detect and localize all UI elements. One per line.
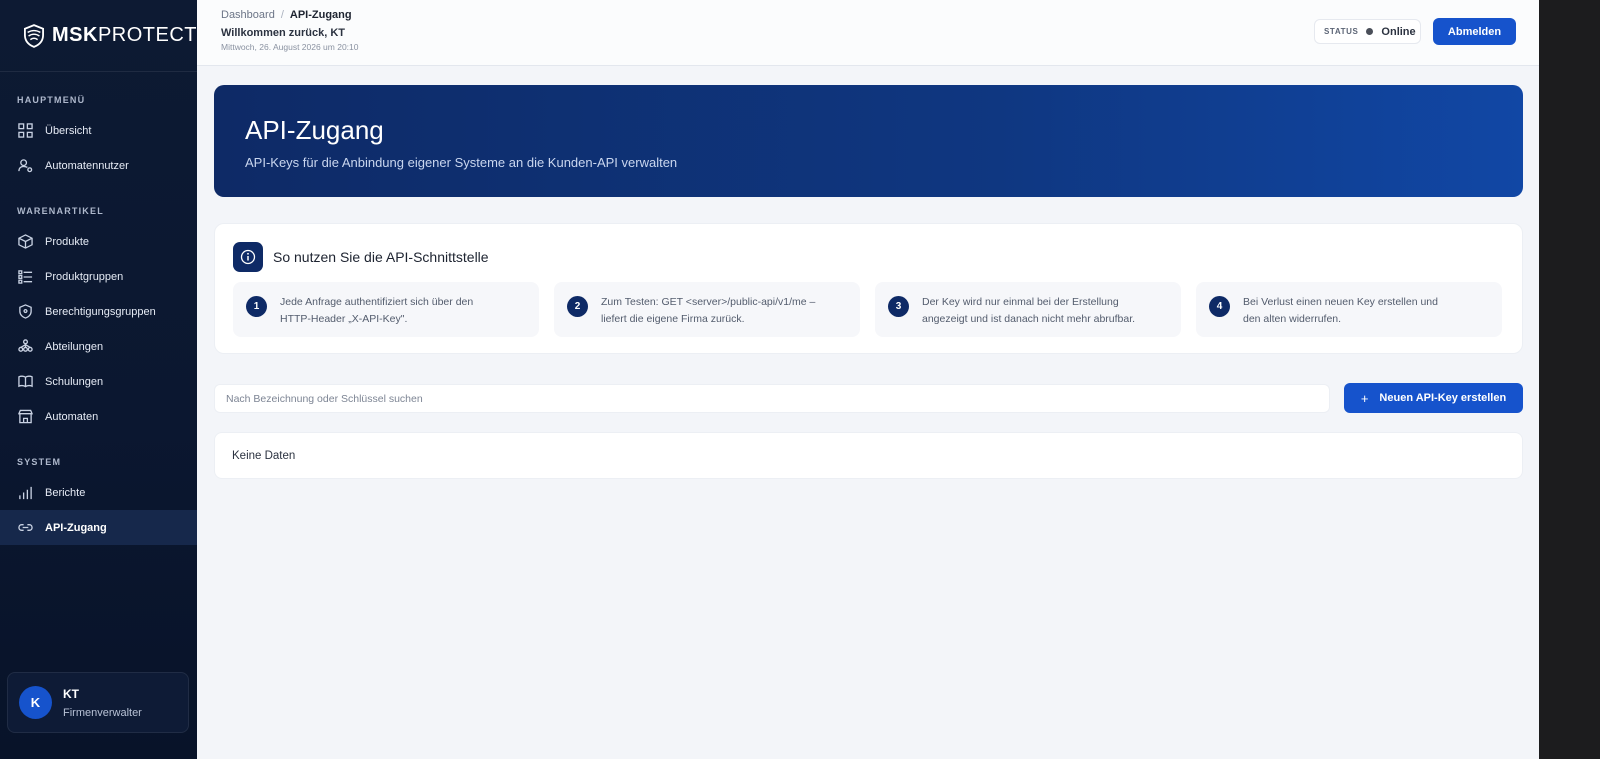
current-date: Mittwoch, 26. August 2026 um 20:10: [221, 42, 359, 52]
shield-logo-icon: [24, 23, 44, 48]
window-edge: [1539, 0, 1600, 759]
link-icon: [17, 520, 33, 536]
status-badge: STATUS Online: [1314, 19, 1421, 44]
list-group-icon: [17, 269, 33, 285]
sidebar-item-label: Automatennutzer: [45, 159, 129, 172]
page-subtitle: API-Keys für die Anbindung eigener Syste…: [245, 155, 678, 170]
hero-banner: API-Zugang API-Keys für die Anbindung ei…: [214, 85, 1523, 197]
create-api-key-button[interactable]: + Neuen API-Key erstellen: [1344, 383, 1523, 413]
breadcrumb-separator: /: [280, 9, 284, 21]
sidebar-item-abteilungen[interactable]: Abteilungen: [0, 329, 197, 364]
step-number: 4: [1209, 296, 1230, 317]
step-item: 1 Jede Anfrage authentifiziert sich über…: [233, 282, 539, 337]
box-icon: [17, 234, 33, 250]
bar-chart-icon: [17, 485, 33, 501]
sidebar-item-label: Automaten: [45, 410, 99, 423]
status-dot-icon: [1366, 28, 1374, 35]
sidebar-item-api-zugang[interactable]: API-Zugang: [0, 510, 197, 545]
main-content: Dashboard / API-Zugang Willkommen zurück, …: [197, 0, 1539, 759]
sidebar-item-label: Berechtigungsgruppen: [45, 305, 156, 318]
sidebar-item-uebersicht[interactable]: Übersicht: [0, 113, 197, 148]
sidebar-item-label: Produktgruppen: [45, 270, 124, 283]
step-item: 3 Der Key wird nur einmal bei der Erstel…: [875, 282, 1181, 337]
steps-list: 1 Jede Anfrage authentifiziert sich über…: [233, 282, 1502, 337]
api-info-card: So nutzen Sie die API-Schnittstelle 1 Je…: [214, 223, 1523, 354]
section-title-system: SYSTEM: [17, 457, 62, 467]
status-value: Online: [1381, 25, 1416, 38]
page-title: API-Zugang: [245, 115, 384, 145]
step-item: 4 Bei Verlust einen neuen Key erstellen …: [1196, 282, 1502, 337]
sidebar-item-label: Übersicht: [45, 124, 92, 137]
logo-text: MSKPROTECT: [51, 24, 197, 46]
plus-icon: +: [1360, 390, 1369, 406]
user-role: Firmenverwalter: [63, 706, 142, 719]
user-name: KT: [63, 686, 79, 701]
sidebar-item-produkte[interactable]: Produkte: [0, 224, 197, 259]
sidebar-item-label: Abteilungen: [45, 340, 104, 353]
store-icon: [17, 409, 33, 425]
sidebar-item-label: API-Zugang: [45, 521, 107, 534]
sidebar-item-berichte[interactable]: Berichte: [0, 475, 197, 510]
sidebar-item-label: Produkte: [45, 235, 90, 248]
sidebar-item-label: Schulungen: [45, 375, 104, 388]
org-chart-icon: [17, 339, 33, 355]
info-title: So nutzen Sie die API-Schnittstelle: [273, 249, 489, 265]
step-number: 2: [567, 296, 588, 317]
info-header: So nutzen Sie die API-Schnittstelle: [233, 242, 489, 272]
sidebar: MSKPROTECT HAUPTMENÜ Übersicht Automaten…: [0, 0, 197, 759]
welcome-text: Willkommen zurück, KT: [221, 27, 345, 39]
user-card[interactable]: K KT Firmenverwalter: [7, 672, 189, 733]
step-item: 2 Zum Testen: GET <server>/public-api/v1…: [554, 282, 860, 337]
user-settings-icon: [17, 158, 33, 174]
breadcrumb-dashboard[interactable]: Dashboard: [221, 9, 275, 21]
grid-icon: [17, 123, 33, 139]
sidebar-item-label: Berichte: [45, 486, 86, 499]
step-text: Der Key wird nur einmal bei der Erstellu…: [922, 296, 1136, 325]
logo[interactable]: MSKPROTECT: [0, 0, 197, 72]
avatar: K: [19, 686, 52, 719]
step-number: 1: [246, 296, 267, 317]
sidebar-item-automaten[interactable]: Automaten: [0, 399, 197, 434]
shield-icon: [17, 304, 33, 320]
step-text: Jede Anfrage authentifiziert sich über d…: [280, 296, 474, 325]
section-title-warenartikel: WARENARTIKEL: [17, 206, 104, 216]
info-icon: [233, 242, 263, 272]
status-label: STATUS: [1324, 27, 1359, 36]
breadcrumb: Dashboard / API-Zugang: [221, 9, 352, 21]
breadcrumb-current: API-Zugang: [289, 9, 352, 21]
topbar: Dashboard / API-Zugang Willkommen zurück, …: [197, 0, 1539, 66]
api-keys-table: Keine Daten: [214, 432, 1523, 479]
logout-button[interactable]: Abmelden: [1433, 18, 1516, 45]
step-number: 3: [888, 296, 909, 317]
search-input[interactable]: [214, 384, 1330, 413]
empty-state-text: Keine Daten: [232, 449, 296, 462]
sidebar-item-produktgruppen[interactable]: Produktgruppen: [0, 259, 197, 294]
sidebar-item-automatennutzer[interactable]: Automatennutzer: [0, 148, 197, 183]
step-text: Bei Verlust einen neuen Key erstellen un…: [1243, 296, 1438, 325]
create-api-key-label: Neuen API-Key erstellen: [1379, 392, 1507, 404]
step-text: Zum Testen: GET <server>/public-api/v1/m…: [601, 296, 816, 325]
book-icon: [17, 374, 33, 390]
sidebar-item-schulungen[interactable]: Schulungen: [0, 364, 197, 399]
sidebar-item-berechtigungsgruppen[interactable]: Berechtigungsgruppen: [0, 294, 197, 329]
section-title-hauptmenu: HAUPTMENÜ: [17, 95, 86, 105]
